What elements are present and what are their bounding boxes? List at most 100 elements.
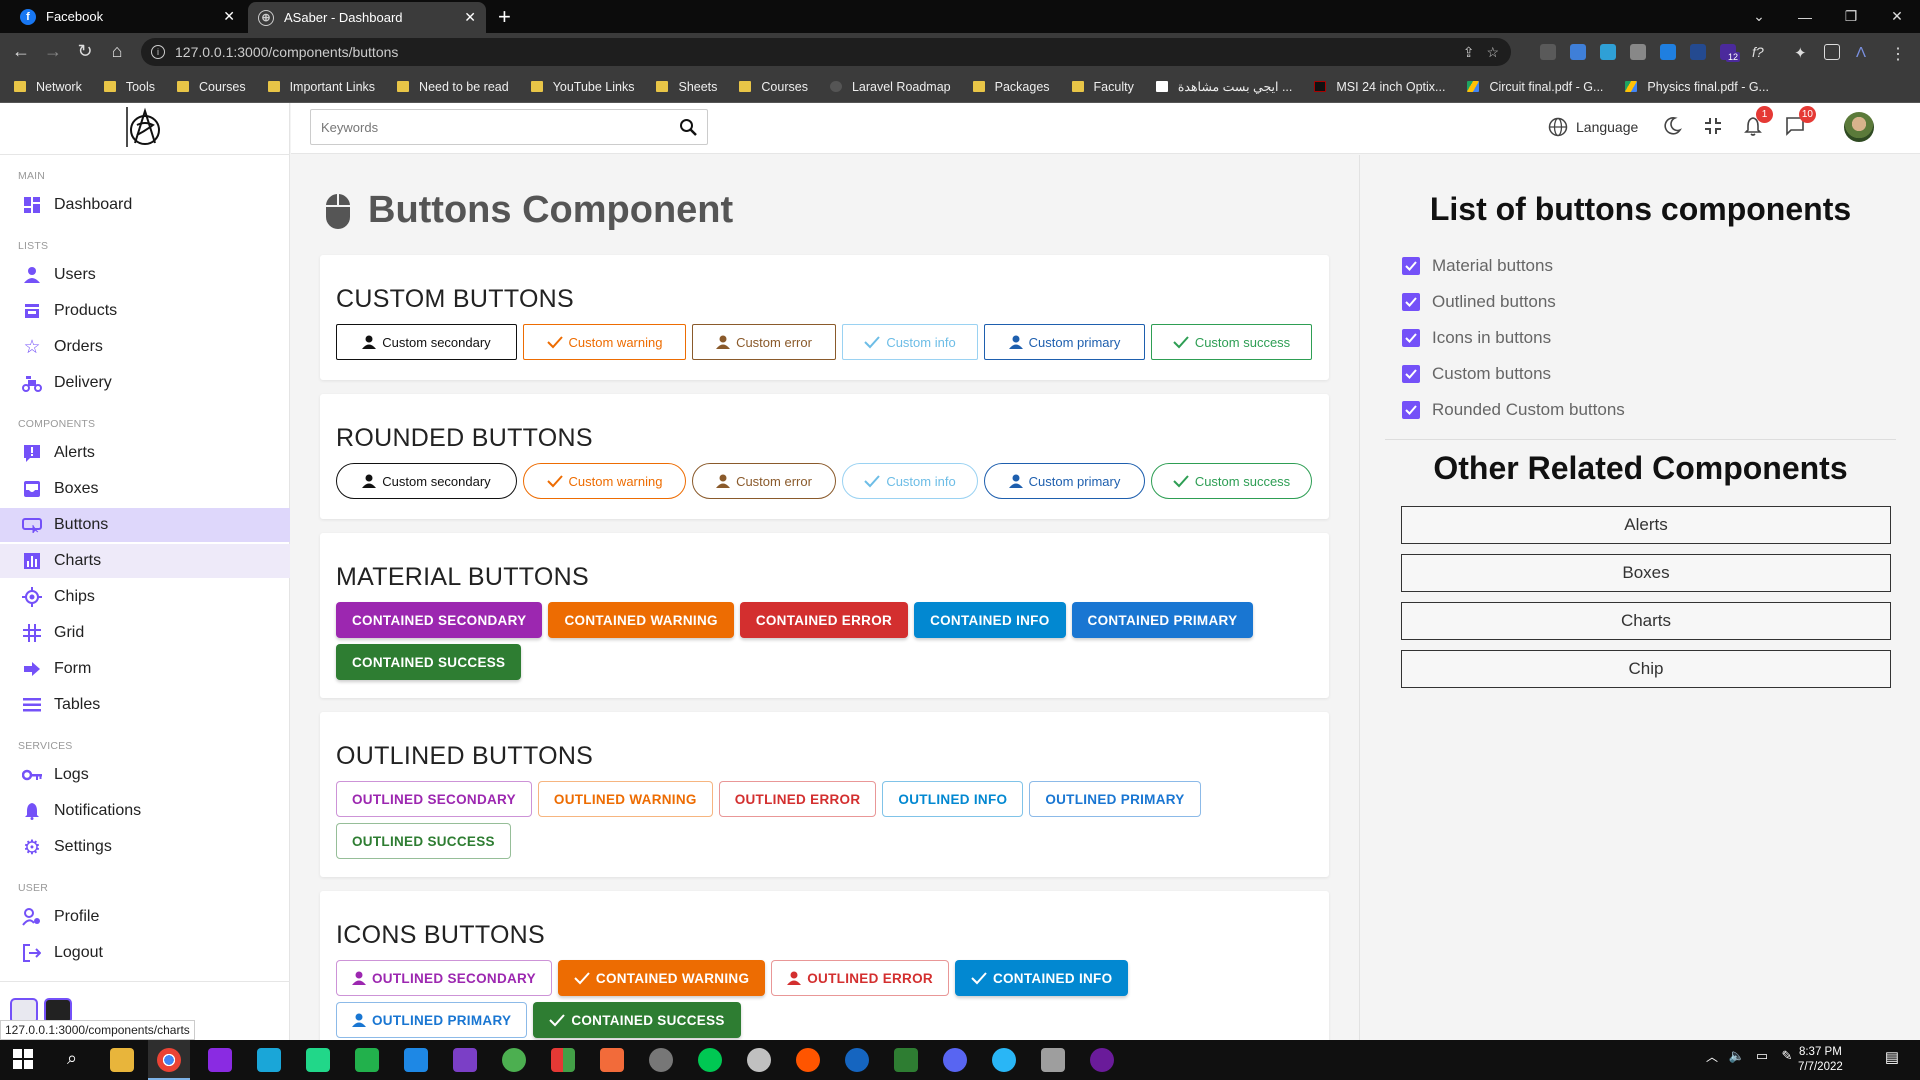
close-icon[interactable]: ✕ <box>223 8 235 25</box>
icon-outlined-primary-button[interactable]: OUTLINED PRIMARY <box>336 1002 528 1038</box>
menu-kebab-icon[interactable]: ⋮ <box>1890 44 1906 63</box>
app-icon[interactable] <box>551 1048 575 1072</box>
app-icon[interactable] <box>747 1048 771 1072</box>
share-icon[interactable]: ⇪ <box>1463 44 1475 61</box>
related-charts-button[interactable]: Charts <box>1401 602 1891 640</box>
app-icon[interactable] <box>698 1048 722 1072</box>
icon-outlined-secondary-button[interactable]: OUTLINED SECONDARY <box>336 960 552 996</box>
sidebar-item-logs[interactable]: Logs <box>0 758 290 792</box>
new-tab-button[interactable]: + <box>498 4 511 30</box>
translate-extension-icon[interactable] <box>1570 44 1586 60</box>
icon-outlined-error-button[interactable]: OUTLINED ERROR <box>771 960 949 996</box>
contained-info-button[interactable]: CONTAINED INFO <box>914 602 1066 638</box>
pen-icon[interactable]: ✎ <box>1775 1048 1799 1072</box>
sidebar-item-settings[interactable]: ⚙ Settings <box>0 830 290 864</box>
related-boxes-button[interactable]: Boxes <box>1401 554 1891 592</box>
contained-warning-button[interactable]: CONTAINED WARNING <box>548 602 734 638</box>
vscode-icon[interactable] <box>404 1048 428 1072</box>
app-icon[interactable] <box>845 1048 869 1072</box>
sidebar-item-alerts[interactable]: Alerts <box>0 436 290 470</box>
bookmark-laravel-roadmap[interactable]: Laravel Roadmap <box>829 80 951 94</box>
restore-button[interactable]: ❐ <box>1828 0 1874 33</box>
outlined-secondary-button[interactable]: OUTLINED SECONDARY <box>336 781 532 817</box>
minimize-button[interactable]: — <box>1782 0 1828 33</box>
sidebar-item-dashboard[interactable]: Dashboard <box>0 188 290 222</box>
app-icon[interactable] <box>894 1048 918 1072</box>
checkbox-icons-in-buttons[interactable]: Icons in buttons <box>1402 328 1551 348</box>
close-icon[interactable]: ✕ <box>464 9 476 26</box>
checkbox-custom-buttons[interactable]: Custom buttons <box>1402 364 1551 384</box>
xampp-icon[interactable] <box>600 1048 624 1072</box>
custom-error-button[interactable]: Custom error <box>692 324 836 360</box>
visual-studio-icon[interactable] <box>453 1048 477 1072</box>
bookmark-sheets[interactable]: Sheets <box>656 80 717 94</box>
phpstorm-icon[interactable] <box>208 1048 232 1072</box>
app-icon[interactable] <box>1041 1048 1065 1072</box>
sidebar-item-notifications[interactable]: Notifications <box>0 794 290 828</box>
bookmark-courses-2[interactable]: Courses <box>739 80 808 94</box>
chrome-icon[interactable] <box>157 1048 181 1072</box>
sidebar-item-profile[interactable]: Profile <box>0 900 290 934</box>
extension-icon[interactable] <box>1600 44 1616 60</box>
extension-icon[interactable] <box>1690 44 1706 60</box>
extension-icon[interactable] <box>1540 44 1556 60</box>
checkbox-outlined-buttons[interactable]: Outlined buttons <box>1402 292 1556 312</box>
bookmark-important-links[interactable]: Important Links <box>267 80 375 94</box>
contained-error-button[interactable]: CONTAINED ERROR <box>739 602 909 638</box>
rounded-secondary-button[interactable]: Custom secondary <box>336 463 517 499</box>
contained-success-button[interactable]: CONTAINED SUCCESS <box>336 644 522 680</box>
search-input[interactable] <box>321 119 661 135</box>
address-bar[interactable]: i 127.0.0.1:3000/components/buttons ⇪ ☆ <box>141 38 1511 66</box>
related-chip-button[interactable]: Chip <box>1401 650 1891 688</box>
webstorm-icon[interactable] <box>257 1048 281 1072</box>
sidebar-item-delivery[interactable]: Delivery <box>0 366 290 400</box>
system-clock[interactable]: 8:37 PM 7/7/2022 <box>1798 1045 1843 1075</box>
bookmark-need-to-be-read[interactable]: Need to be read <box>397 80 509 94</box>
sidebar-item-chips[interactable]: Chips <box>0 580 290 614</box>
outlined-error-button[interactable]: OUTLINED ERROR <box>718 781 877 817</box>
profile-icon[interactable]: Λ <box>1856 44 1872 61</box>
formula-extension-icon[interactable]: f? <box>1752 44 1768 60</box>
bookmark-youtube-links[interactable]: YouTube Links <box>530 80 634 94</box>
sidebar-item-buttons[interactable]: Buttons <box>0 508 290 542</box>
forward-icon[interactable]: → <box>42 41 64 62</box>
soundcloud-icon[interactable] <box>796 1048 820 1072</box>
sidebar-item-tables[interactable]: Tables <box>0 688 290 722</box>
clion-icon[interactable] <box>355 1048 379 1072</box>
discord-icon[interactable] <box>943 1048 967 1072</box>
bookmark-egybest[interactable]: ايجي بست مشاهدة ... <box>1155 79 1292 94</box>
search-icon[interactable] <box>679 118 697 136</box>
tab-search-icon[interactable]: ⌄ <box>1736 0 1782 33</box>
tab-dashboard[interactable]: ⊕ ASaber - Dashboard ✕ <box>248 2 486 33</box>
network-icon[interactable]: ▭ <box>1750 1048 1774 1072</box>
extension-icon[interactable] <box>1630 44 1646 60</box>
language-selector[interactable]: Language <box>1548 117 1638 137</box>
pycharm-icon[interactable] <box>306 1048 330 1072</box>
outlined-primary-button[interactable]: OUTLINED PRIMARY <box>1029 781 1201 817</box>
rounded-success-button[interactable]: Custom success <box>1151 463 1312 499</box>
sidebar-item-products[interactable]: Products <box>0 294 290 328</box>
avatar[interactable] <box>1844 112 1874 142</box>
custom-info-button[interactable]: Custom info <box>842 324 978 360</box>
bookmark-circuit-pdf[interactable]: Circuit final.pdf - G... <box>1467 80 1603 94</box>
reload-icon[interactable]: ↻ <box>74 41 96 62</box>
bookmark-star-icon[interactable]: ☆ <box>1486 44 1499 61</box>
volume-icon[interactable]: 🔈 <box>1725 1048 1749 1072</box>
nox-icon[interactable] <box>1090 1048 1114 1072</box>
checkbox-rounded-custom-buttons[interactable]: Rounded Custom buttons <box>1402 400 1625 420</box>
related-alerts-button[interactable]: Alerts <box>1401 506 1891 544</box>
icon-contained-warning-button[interactable]: CONTAINED WARNING <box>557 960 766 996</box>
sidebar-item-logout[interactable]: Logout <box>0 936 290 970</box>
notifications-button[interactable]: 1 <box>1744 106 1773 136</box>
bookmark-packages[interactable]: Packages <box>972 80 1050 94</box>
custom-primary-button[interactable]: Custom primary <box>984 324 1145 360</box>
bookmark-physics-pdf[interactable]: Physics final.pdf - G... <box>1625 80 1769 94</box>
tab-facebook[interactable]: f Facebook ✕ <box>10 0 245 33</box>
sidebar-item-form[interactable]: Form <box>0 652 290 686</box>
close-window-button[interactable]: ✕ <box>1874 0 1920 33</box>
bookmark-faculty[interactable]: Faculty <box>1071 80 1134 94</box>
windows-start-icon[interactable] <box>12 1048 36 1072</box>
sidebar-item-boxes[interactable]: Boxes <box>0 472 290 506</box>
rounded-error-button[interactable]: Custom error <box>692 463 836 499</box>
custom-success-button[interactable]: Custom success <box>1151 324 1312 360</box>
